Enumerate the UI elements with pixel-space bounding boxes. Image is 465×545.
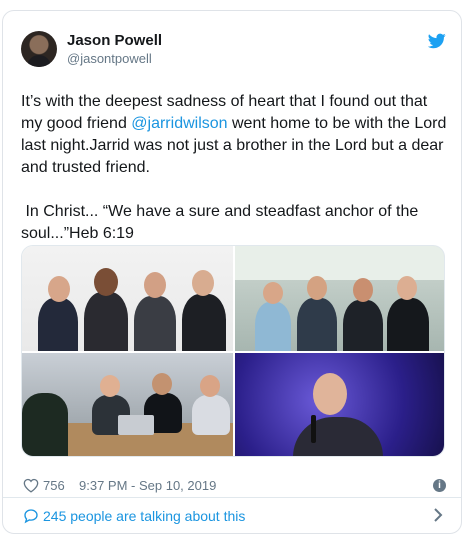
mention-link[interactable]: @jarridwilson [131, 115, 227, 132]
tweet-meta: 756 9:37 PM - Sep 10, 2019 i [21, 477, 446, 497]
info-icon[interactable]: i [433, 479, 446, 492]
tweet-text: It’s with the deepest sadness of heart t… [21, 91, 449, 245]
heart-icon[interactable] [23, 478, 39, 493]
photo-outdoor-group[interactable] [235, 246, 444, 351]
photo-meeting-table[interactable] [22, 353, 233, 456]
like-count[interactable]: 756 [43, 478, 65, 493]
tweet-card[interactable]: Jason Powell @jasontpowell It’s with the… [2, 10, 462, 534]
tweet-header: Jason Powell @jasontpowell [21, 31, 446, 71]
twitter-bird-icon[interactable] [428, 33, 446, 49]
speech-bubble-icon [24, 509, 38, 524]
chevron-right-icon[interactable] [432, 507, 444, 523]
tweet-text-part: went home to be with the Lord last night… [21, 115, 447, 242]
media-grid [21, 245, 445, 457]
photo-stage-singer[interactable] [235, 353, 444, 456]
timestamp[interactable]: 9:37 PM - Sep 10, 2019 [79, 478, 216, 493]
divider [3, 497, 461, 498]
talking-link[interactable]: 245 people are talking about this [21, 507, 446, 527]
author-name[interactable]: Jason Powell [67, 32, 162, 49]
avatar[interactable] [21, 31, 57, 67]
talking-link-label[interactable]: 245 people are talking about this [43, 508, 245, 524]
author-handle[interactable]: @jasontpowell [67, 51, 152, 66]
photo-group-portrait[interactable] [22, 246, 233, 351]
